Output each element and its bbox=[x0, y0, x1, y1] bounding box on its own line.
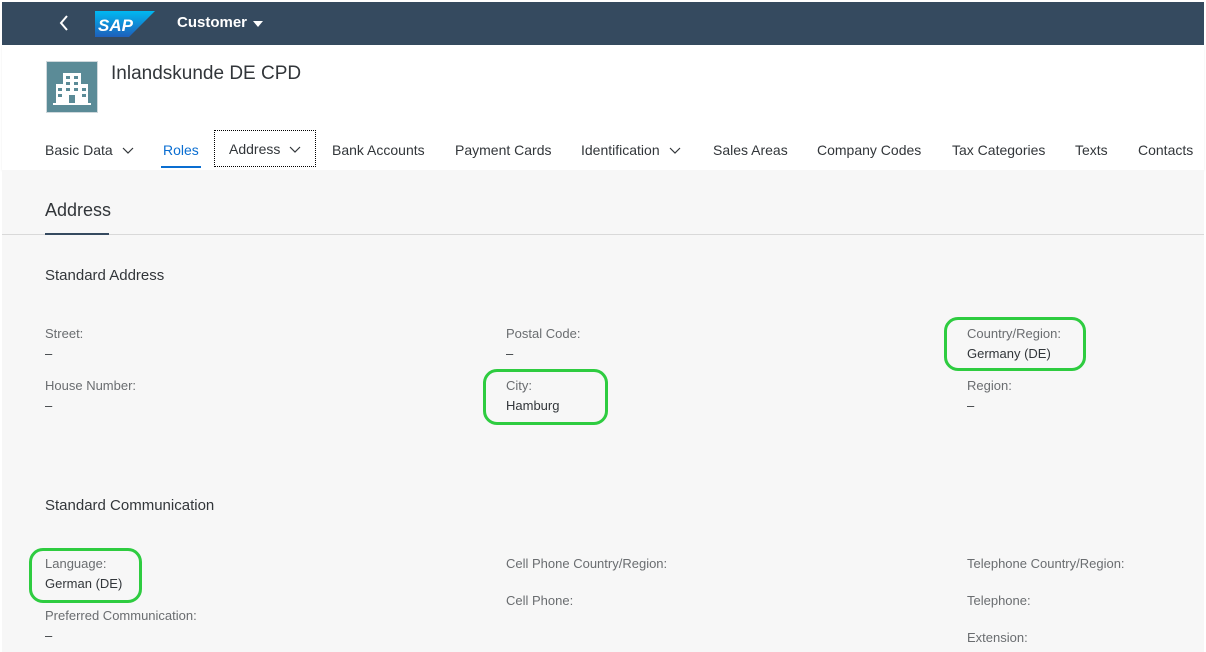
tab-bank-accounts[interactable]: Bank Accounts bbox=[332, 131, 425, 168]
field-cell-phone: Cell Phone: bbox=[506, 592, 573, 609]
section-divider bbox=[2, 234, 1204, 235]
section-title: Address bbox=[45, 200, 112, 220]
field-label: Region: bbox=[967, 378, 1012, 393]
object-title: Inlandskunde DE CPD bbox=[111, 63, 302, 84]
object-page-content: Address Standard Address Street: – House… bbox=[2, 170, 1204, 652]
field-label: Cell Phone Country/Region: bbox=[506, 556, 668, 571]
field-value: – bbox=[967, 398, 975, 413]
tab-basic-data[interactable]: Basic Data bbox=[45, 131, 134, 168]
tab-label: Tax Categories bbox=[952, 141, 1046, 158]
tab-label: Texts bbox=[1075, 141, 1108, 158]
tab-label: Address bbox=[229, 140, 281, 157]
field-label: Street: bbox=[45, 326, 84, 341]
tab-label: Payment Cards bbox=[455, 141, 552, 158]
tab-company-codes[interactable]: Company Codes bbox=[817, 131, 921, 168]
chevron-left-icon bbox=[59, 15, 68, 31]
field-region: Region: – bbox=[967, 377, 1012, 414]
tab-bar: Basic Data Roles Address Bank Accounts P… bbox=[2, 130, 1204, 171]
field-label: Cell Phone: bbox=[506, 593, 574, 608]
chevron-down-icon bbox=[669, 147, 681, 154]
field-label: City: bbox=[506, 378, 532, 393]
tab-identification[interactable]: Identification bbox=[581, 131, 681, 168]
tab-label: Identification bbox=[581, 141, 660, 158]
tab-contacts[interactable]: Contacts bbox=[1138, 131, 1193, 168]
shell-bar: SAP Customer bbox=[2, 2, 1204, 45]
tab-address[interactable]: Address bbox=[213, 130, 317, 167]
field-house-number: House Number: – bbox=[45, 377, 136, 414]
field-label: House Number: bbox=[45, 378, 137, 393]
field-cell-phone-country: Cell Phone Country/Region: bbox=[506, 555, 667, 572]
field-label: Language: bbox=[45, 556, 107, 571]
field-label: Country/Region: bbox=[967, 326, 1061, 341]
app-title: Customer bbox=[177, 14, 248, 31]
tab-label: Contacts bbox=[1138, 141, 1194, 158]
field-label: Postal Code: bbox=[506, 326, 581, 341]
field-value: German (DE) bbox=[45, 576, 123, 591]
object-header: Inlandskunde DE CPD Basic Data Roles Add… bbox=[2, 45, 1204, 170]
field-label: Telephone: bbox=[967, 593, 1031, 608]
svg-text:SAP: SAP bbox=[98, 16, 134, 35]
tab-label: Roles bbox=[163, 141, 199, 158]
chevron-down-icon bbox=[289, 146, 301, 153]
field-value: Hamburg bbox=[506, 398, 560, 413]
caret-down-icon bbox=[253, 20, 264, 27]
field-value: – bbox=[45, 628, 53, 643]
field-street: Street: – bbox=[45, 325, 83, 362]
field-country-region: Country/Region: Germany (DE) bbox=[967, 325, 1061, 362]
field-label: Telephone Country/Region: bbox=[967, 556, 1125, 571]
field-value: Germany (DE) bbox=[967, 346, 1051, 361]
tab-payment-cards[interactable]: Payment Cards bbox=[455, 131, 551, 168]
tab-label: Bank Accounts bbox=[332, 141, 425, 158]
chevron-down-icon bbox=[122, 147, 134, 154]
field-language: Language: German (DE) bbox=[45, 555, 122, 592]
field-label: Extension: bbox=[967, 630, 1028, 645]
sap-logo[interactable]: SAP bbox=[95, 11, 155, 37]
tab-roles[interactable]: Roles bbox=[161, 131, 201, 168]
tab-sales-areas[interactable]: Sales Areas bbox=[713, 131, 788, 168]
field-value: – bbox=[45, 346, 53, 361]
field-city: City: Hamburg bbox=[506, 377, 559, 414]
field-preferred-communication: Preferred Communication: – bbox=[45, 607, 197, 644]
field-value: – bbox=[506, 346, 514, 361]
tab-label: Company Codes bbox=[817, 141, 922, 158]
tab-texts[interactable]: Texts bbox=[1075, 131, 1108, 168]
back-button[interactable] bbox=[52, 10, 78, 36]
field-label: Preferred Communication: bbox=[45, 608, 197, 623]
field-postal-code: Postal Code: – bbox=[506, 325, 580, 362]
group-title-standard-address: Standard Address bbox=[45, 267, 165, 284]
building-icon bbox=[46, 61, 98, 113]
field-value: – bbox=[45, 398, 53, 413]
section-title-underline bbox=[45, 233, 109, 235]
tab-tax-categories[interactable]: Tax Categories bbox=[952, 131, 1045, 168]
tab-label: Basic Data bbox=[45, 141, 113, 158]
field-telephone-country: Telephone Country/Region: bbox=[967, 555, 1125, 572]
group-title-standard-communication: Standard Communication bbox=[45, 497, 215, 514]
app-title-menu[interactable]: Customer bbox=[177, 14, 264, 31]
field-extension: Extension: bbox=[967, 629, 1028, 646]
field-telephone: Telephone: bbox=[967, 592, 1031, 609]
tab-label: Sales Areas bbox=[713, 141, 788, 158]
